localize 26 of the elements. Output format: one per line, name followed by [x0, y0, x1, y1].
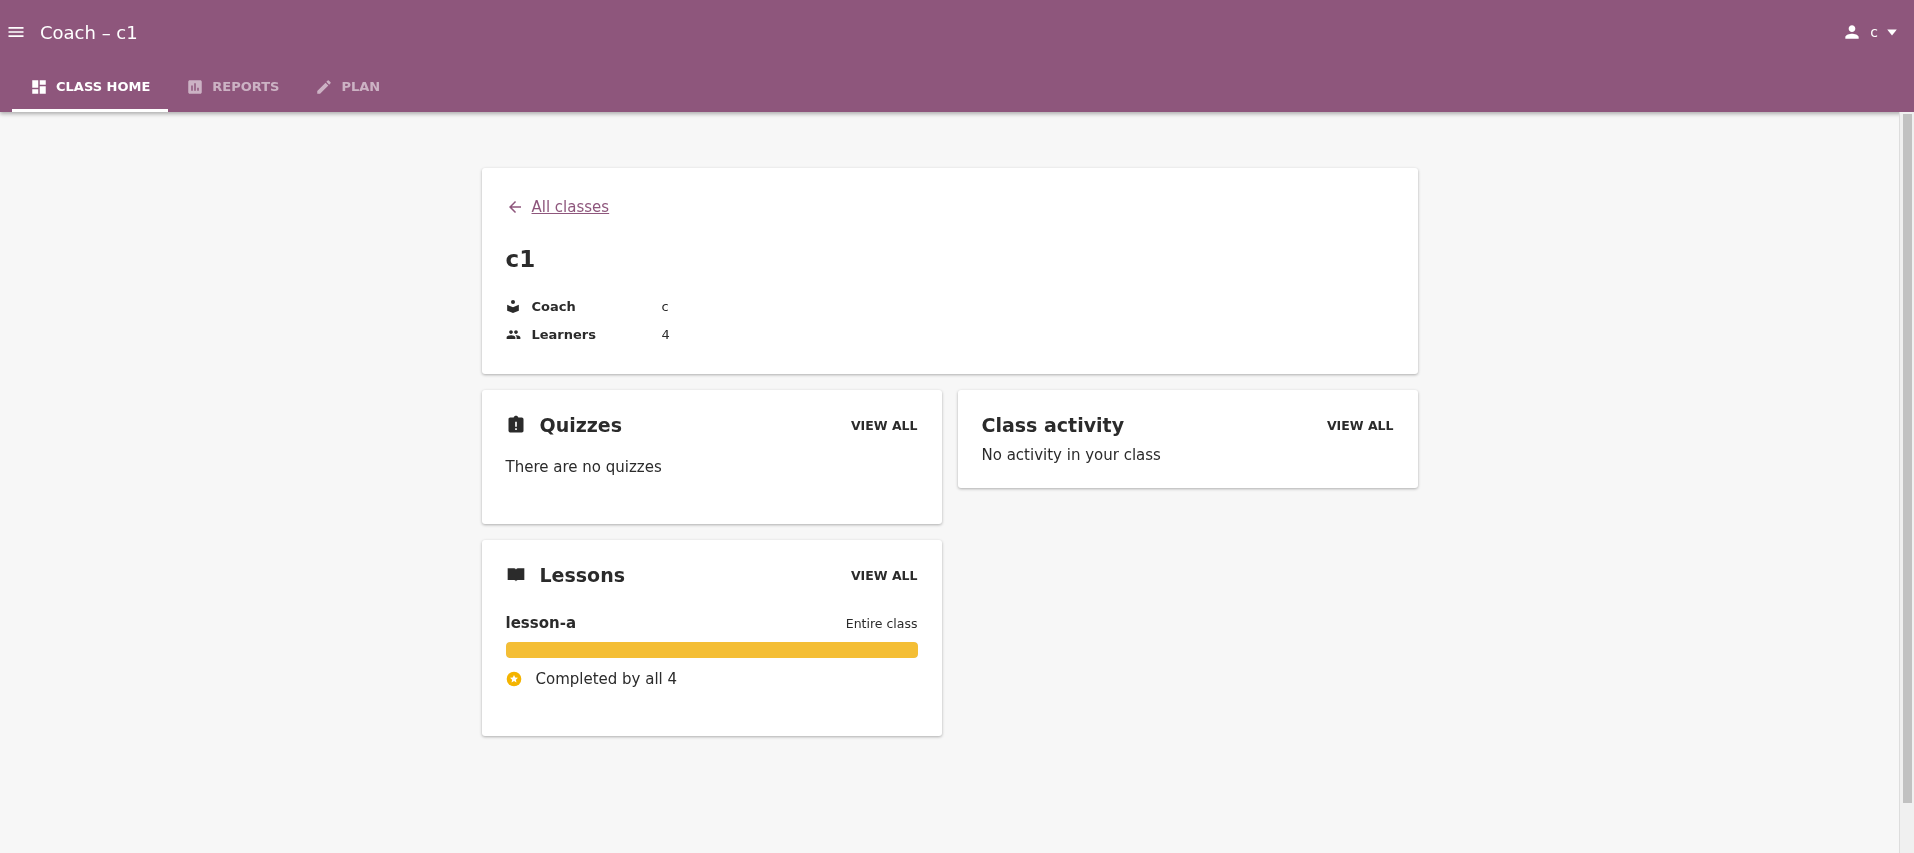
lesson-name[interactable]: lesson-a [505, 614, 576, 632]
card-title: Quizzes [539, 414, 623, 436]
assigned-to: Entire class [845, 616, 918, 631]
empty-message: No activity in your class [981, 446, 1162, 464]
completion-status: Completed by all 4 [535, 670, 678, 688]
class-name: c1 [505, 246, 537, 272]
star-badge-icon [505, 671, 522, 687]
user-menu-button[interactable]: c [1838, 18, 1902, 46]
dashboard-icon [30, 77, 48, 96]
bar-chart-icon [186, 77, 205, 96]
card-title: Lessons [539, 564, 626, 586]
all-classes-link[interactable]: All classes [505, 198, 610, 216]
nav-tab[interactable]: CLASS HOME [12, 64, 169, 112]
card-title: Class activity [981, 414, 1126, 436]
reader-icon [505, 299, 520, 313]
detail-label: Coach [531, 298, 577, 314]
detail-label: Learners [531, 326, 597, 342]
view-all-link[interactable]: VIEW ALL [850, 567, 918, 583]
detail-value: 4 [661, 326, 671, 342]
scrollbar[interactable] [1899, 112, 1914, 853]
view-all-link[interactable]: VIEW ALL [850, 417, 918, 433]
detail-value: c [661, 298, 670, 314]
app-title: Coach – c1 [40, 21, 139, 43]
view-all-link[interactable]: VIEW ALL [1326, 417, 1394, 433]
pencil-icon [315, 77, 334, 96]
empty-message: There are no quizzes [505, 458, 663, 476]
